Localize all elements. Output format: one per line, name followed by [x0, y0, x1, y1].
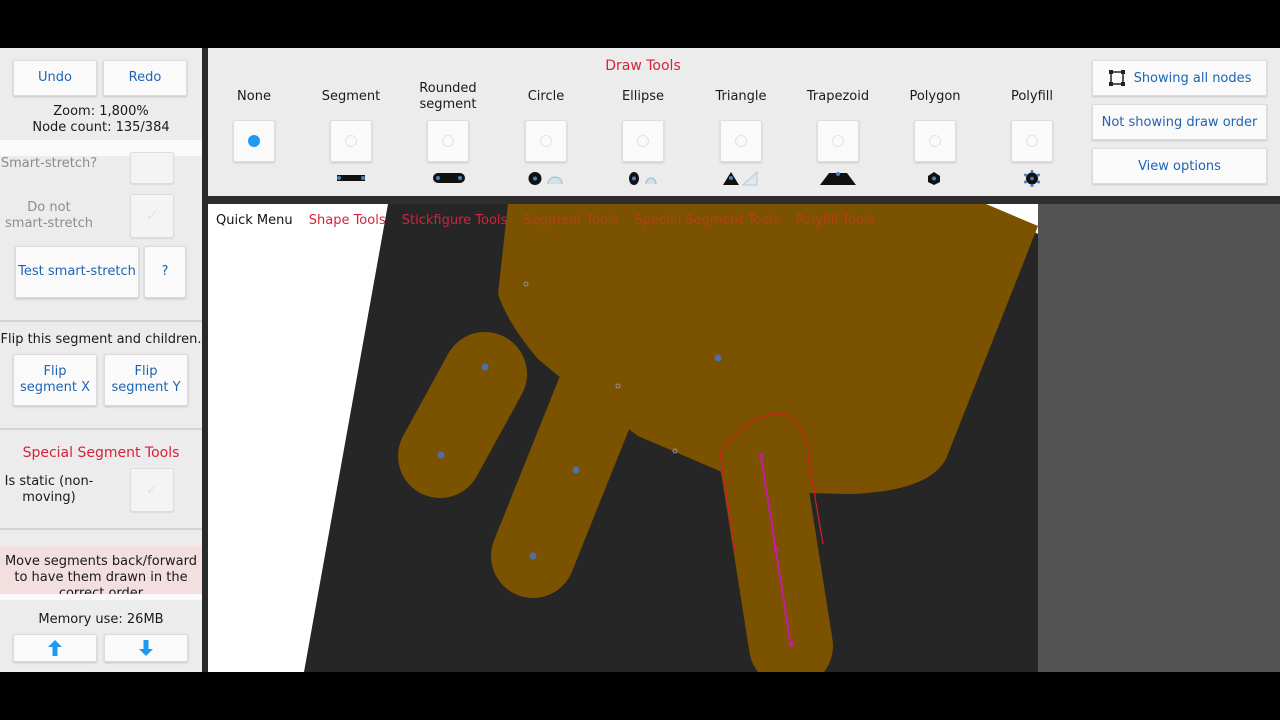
- do-not-smart-stretch-label: Do not smart-stretch: [5, 200, 93, 231]
- drawing-canvas[interactable]: Quick Menu Shape Tools Stickfigure Tools…: [208, 204, 1038, 672]
- move-info-band: Move segments back/forward to have them …: [0, 546, 202, 594]
- move-forward-button[interactable]: [13, 634, 97, 662]
- canvas-drawing[interactable]: [208, 204, 1038, 672]
- radio-icon: [735, 135, 747, 147]
- is-static-label: Is static (non-moving): [4, 474, 94, 505]
- node: [529, 552, 537, 560]
- zoom-readout: Zoom: 1,800%: [53, 104, 149, 119]
- flip-segment-y-button[interactable]: Flip segment Y: [104, 354, 188, 406]
- flip-segment-x-button[interactable]: Flip segment X: [13, 354, 97, 406]
- tool-none-radio[interactable]: [233, 120, 275, 162]
- triangle-icon: [723, 171, 758, 186]
- redo-button[interactable]: Redo: [103, 60, 187, 96]
- checkmark-icon: ✓: [145, 206, 159, 225]
- radio-icon: [929, 135, 941, 147]
- tool-ellipse-label: Ellipse: [621, 89, 665, 104]
- circle-icon: [528, 172, 563, 185]
- checkmark-icon: ✓: [145, 480, 159, 499]
- tool-trapezoid-label: Trapezoid: [806, 89, 870, 104]
- node: [437, 451, 445, 459]
- divider: [0, 320, 202, 322]
- view-options-button[interactable]: View options: [1092, 148, 1267, 184]
- polygon-icon: [928, 172, 940, 185]
- radio-icon: [1026, 135, 1038, 147]
- arrow-up-icon: [48, 640, 62, 656]
- nodes-frame-icon: [1108, 70, 1125, 86]
- is-static-toggle[interactable]: ✓: [130, 468, 174, 512]
- radio-selected-icon: [248, 135, 260, 147]
- tool-triangle-radio[interactable]: [720, 120, 762, 162]
- quick-menu-polyfill-tools[interactable]: Polyfill Tools: [796, 213, 874, 228]
- undo-button[interactable]: Undo: [13, 60, 97, 96]
- ellipse-icon: [629, 172, 657, 185]
- segment-node: [773, 546, 779, 552]
- tool-circle-label: Circle: [527, 89, 565, 104]
- special-segment-tools-header: Special Segment Tools: [22, 445, 180, 461]
- smart-stretch-label: Smart-stretch?: [0, 156, 98, 171]
- quick-menu-shape-tools[interactable]: Shape Tools: [309, 213, 386, 228]
- quick-menu-label: Quick Menu: [216, 213, 293, 228]
- arrow-down-icon: [139, 640, 153, 656]
- draw-order-button[interactable]: Not showing draw order: [1092, 104, 1267, 140]
- showing-all-nodes-button[interactable]: Showing all nodes: [1092, 60, 1267, 96]
- tool-triangle-label: Triangle: [715, 89, 767, 104]
- radio-icon: [637, 135, 649, 147]
- quick-menu-stickfigure-tools[interactable]: Stickfigure Tools: [402, 213, 508, 228]
- test-smart-stretch-button[interactable]: Test smart-stretch: [15, 246, 139, 298]
- scroll-gap: [0, 594, 202, 600]
- node: [714, 354, 722, 362]
- move-backward-button[interactable]: [104, 634, 188, 662]
- node: [572, 466, 580, 474]
- segment-node: [788, 641, 794, 647]
- toolbar-divider: [208, 196, 1280, 204]
- finger-1: [398, 332, 527, 498]
- tool-rounded-segment-radio[interactable]: [427, 120, 469, 162]
- help-button[interactable]: ?: [144, 246, 186, 298]
- rounded-segment-icon: [433, 173, 465, 183]
- tool-none-label: None: [237, 89, 271, 104]
- trapezoid-icon: [820, 172, 856, 185]
- tool-segment-label: Segment: [321, 89, 381, 104]
- tool-segment-radio[interactable]: [330, 120, 372, 162]
- tool-circle-radio[interactable]: [525, 120, 567, 162]
- quick-menu: Quick Menu Shape Tools Stickfigure Tools…: [216, 213, 886, 228]
- quick-menu-segment-tools[interactable]: Segment Tools: [523, 213, 618, 228]
- tool-ellipse-radio[interactable]: [622, 120, 664, 162]
- divider: [0, 528, 202, 530]
- tool-polyfill-radio[interactable]: [1011, 120, 1053, 162]
- canvas-outside-area: [1038, 204, 1280, 672]
- quick-menu-special-segment-tools[interactable]: Special Segment Tools: [634, 213, 780, 228]
- tool-trapezoid-radio[interactable]: [817, 120, 859, 162]
- radio-icon: [832, 135, 844, 147]
- radio-icon: [540, 135, 552, 147]
- segment-icon: [337, 175, 365, 181]
- move-info-text: Move segments back/forward to have them …: [4, 554, 198, 594]
- node: [481, 363, 489, 371]
- tool-rounded-segment-label: Rounded segment: [419, 81, 477, 112]
- tool-polygon-label: Polygon: [909, 89, 961, 104]
- draw-tools-title: Draw Tools: [605, 58, 681, 74]
- left-panel: Undo Redo Zoom: 1,800% Node count: 135/3…: [0, 48, 202, 672]
- radio-icon: [442, 135, 454, 147]
- showing-all-nodes-label: Showing all nodes: [1133, 70, 1252, 86]
- polyfill-icon: [1024, 170, 1040, 187]
- flip-info-text: Flip this segment and children.: [0, 332, 202, 347]
- tool-polyfill-label: Polyfill: [1010, 89, 1054, 104]
- segment-node: [758, 453, 764, 459]
- smart-stretch-toggle[interactable]: [130, 152, 174, 184]
- radio-icon: [345, 135, 357, 147]
- do-not-smart-stretch-toggle[interactable]: ✓: [130, 194, 174, 238]
- tool-polygon-radio[interactable]: [914, 120, 956, 162]
- node-count-readout: Node count: 135/384: [32, 120, 170, 135]
- divider: [0, 428, 202, 430]
- memory-readout: Memory use: 26MB: [38, 612, 164, 627]
